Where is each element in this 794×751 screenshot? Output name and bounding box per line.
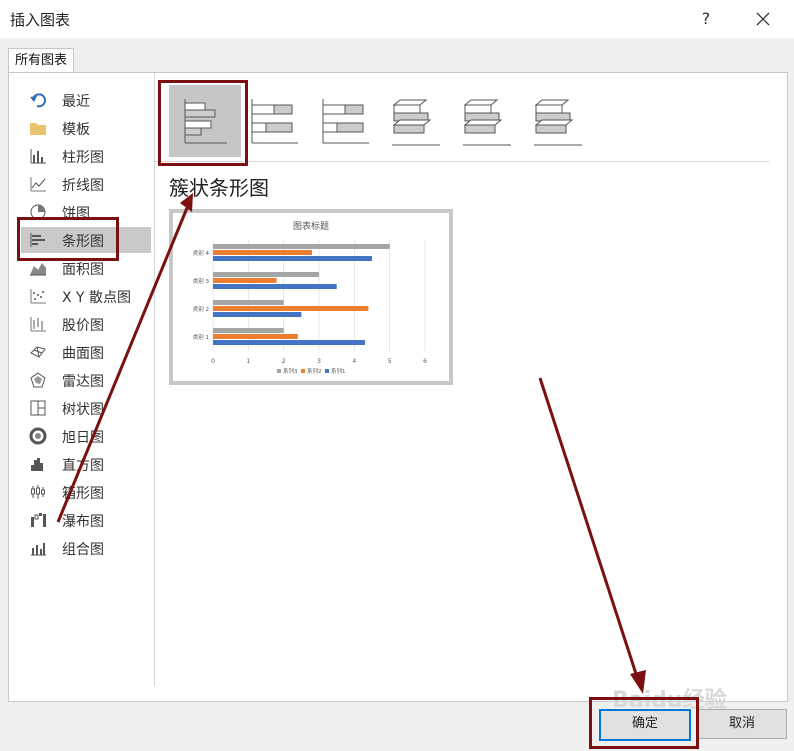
annotation-arrows [56,193,646,694]
arrow-head [630,670,646,694]
